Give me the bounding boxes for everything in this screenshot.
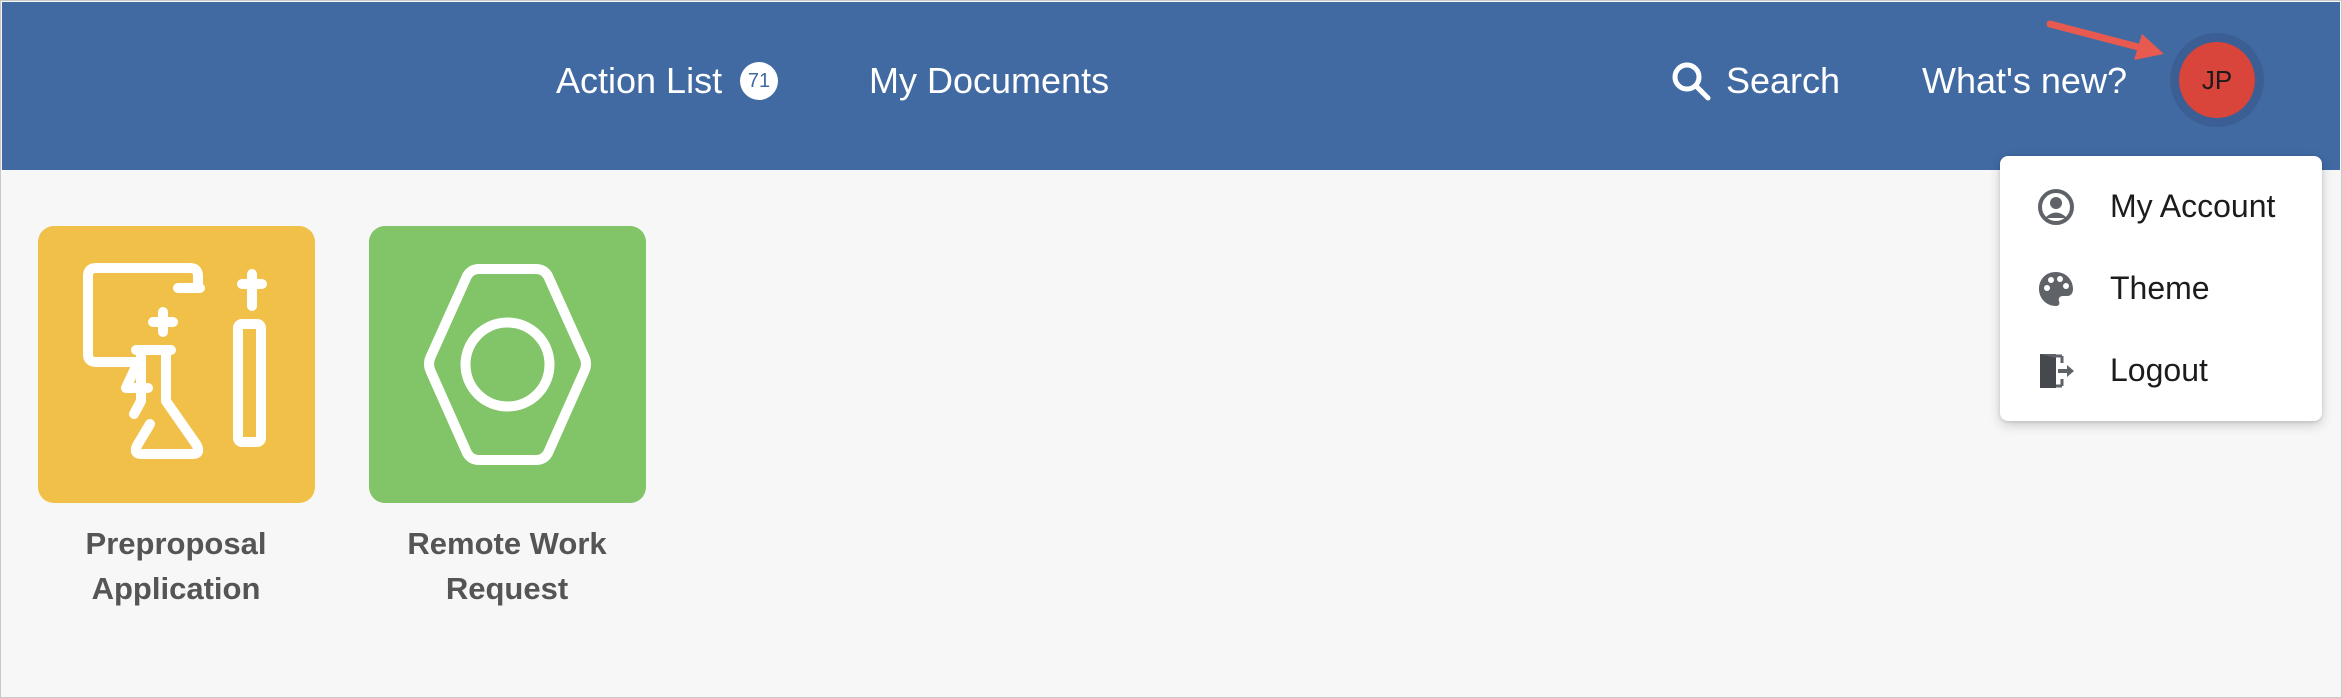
menu-item-logout-label: Logout	[2110, 352, 2208, 388]
search-icon	[1672, 62, 1711, 101]
tile-remote-work-request[interactable]	[369, 226, 646, 503]
tile-preproposal-application[interactable]	[38, 226, 315, 503]
nav-my-documents[interactable]: My Documents	[869, 54, 1109, 108]
tile-label-preproposal-application: Preproposal Application	[85, 526, 267, 606]
nav-search-label: Search	[1726, 60, 1841, 101]
menu-item-my-account[interactable]: My Account	[2000, 165, 2322, 247]
nav-action-list-label: Action List	[556, 60, 723, 101]
account-circle-icon	[2038, 189, 2074, 225]
action-list-count-badge: 71	[740, 62, 778, 100]
user-dropdown-menu: My Account Theme Logout	[2000, 156, 2322, 421]
annotation-arrow-icon	[2046, 20, 2164, 60]
user-avatar-button[interactable]: JP	[2170, 33, 2264, 127]
menu-item-logout[interactable]: Logout	[2000, 329, 2322, 411]
menu-item-my-account-label: My Account	[2110, 188, 2276, 224]
menu-item-theme-label: Theme	[2110, 270, 2210, 306]
avatar: JP	[2179, 42, 2255, 118]
top-navigation-bar: Action List 71 My Documents Search What'…	[2, 2, 2340, 170]
logout-door-icon	[2040, 354, 2074, 388]
app-window: Action List 71 My Documents Search What'…	[0, 0, 2342, 698]
nav-action-list[interactable]: Action List 71	[556, 54, 778, 108]
palette-icon	[2039, 272, 2073, 306]
menu-item-theme[interactable]: Theme	[2000, 247, 2322, 329]
hexagon-ring-icon	[424, 264, 591, 465]
science-flask-icon	[83, 263, 267, 459]
tile-label-remote-work-request: Remote Work Request	[407, 526, 607, 606]
